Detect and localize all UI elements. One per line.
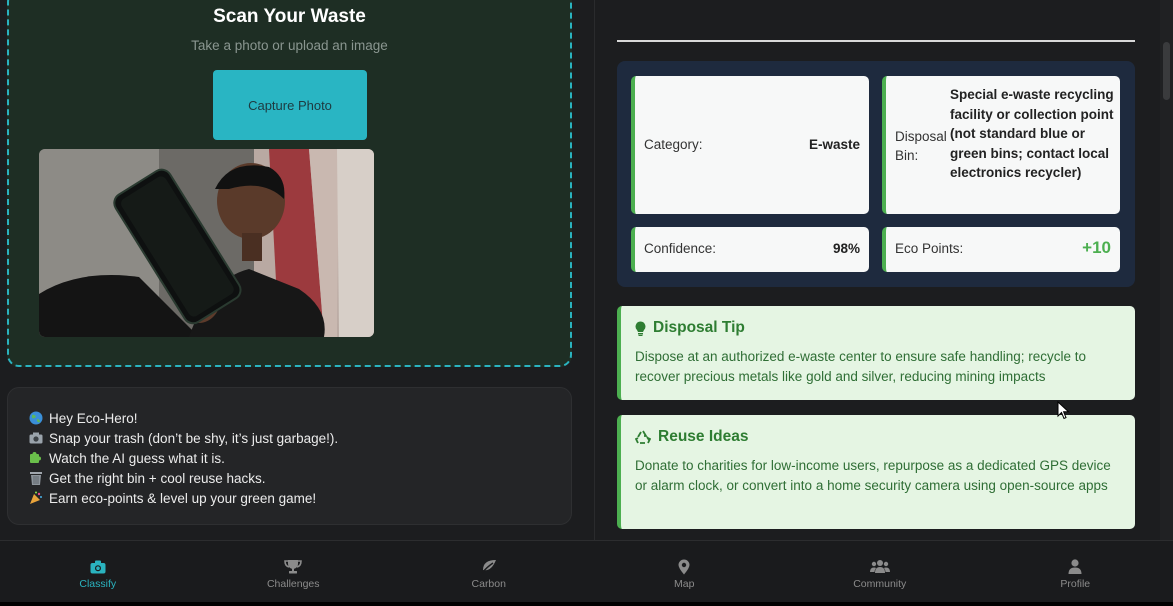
trophy-icon — [284, 558, 303, 576]
right-column: Category: E-waste Disposal Bin: Special … — [595, 0, 1173, 540]
reuse-ideas-card: Reuse Ideas Donate to charities for low-… — [617, 415, 1135, 529]
disposal-bin-card: Disposal Bin: Special e-waste recycling … — [882, 76, 1120, 214]
nav-classify[interactable]: Classify — [0, 541, 196, 602]
nav-label: Map — [674, 577, 695, 590]
disposal-bin-label-line2: Bin: — [895, 148, 919, 163]
intro-line: Get the right bin + cool reuse hacks. — [28, 468, 571, 488]
nav-profile[interactable]: Profile — [978, 541, 1173, 602]
reuse-ideas-heading: Reuse Ideas — [635, 428, 1121, 446]
camera-icon — [90, 558, 106, 576]
party-icon — [28, 491, 44, 505]
lightbulb-icon — [635, 321, 646, 336]
disposal-tip-text: Dispose at an authorized e-waste center … — [635, 349, 1087, 384]
disposal-tip-card: Disposal Tip Dispose at an authorized e-… — [617, 306, 1135, 400]
category-card: Category: E-waste — [631, 76, 869, 214]
camera-photo — [39, 149, 374, 337]
globe-icon — [28, 411, 44, 425]
intro-text: Snap your trash (don’t be shy, it’s just… — [49, 430, 339, 446]
intro-text: Get the right bin + cool reuse hacks. — [49, 470, 266, 486]
intro-text: Watch the AI guess what it is. — [49, 450, 225, 466]
scan-dropzone[interactable]: Scan Your Waste Take a photo or upload a… — [7, 0, 572, 367]
confidence-value: 98% — [832, 241, 860, 256]
mouse-cursor-icon — [1057, 400, 1070, 425]
divider-line — [617, 40, 1135, 42]
eco-points-label: Eco Points: — [895, 241, 964, 256]
category-label: Category: — [644, 137, 703, 152]
nav-community[interactable]: Community — [782, 541, 978, 602]
disposal-bin-value: Special e-waste recycling facility or co… — [950, 87, 1114, 181]
intro-line: Watch the AI guess what it is. — [28, 448, 571, 468]
nav-label: Classify — [79, 577, 117, 590]
intro-line: Snap your trash (don’t be shy, it’s just… — [28, 428, 571, 448]
nav-map[interactable]: Map — [587, 541, 783, 602]
puzzle-icon — [28, 451, 44, 465]
nav-challenges[interactable]: Challenges — [196, 541, 392, 602]
reuse-ideas-title: Reuse Ideas — [658, 428, 749, 445]
user-icon — [1068, 558, 1082, 576]
reuse-ideas-text: Donate to charities for low-income users… — [635, 458, 1111, 493]
disposal-bin-label: Disposal Bin: — [895, 127, 947, 165]
trash-bin-icon — [28, 471, 44, 485]
eco-points-card: Eco Points: +10 — [882, 227, 1120, 272]
intro-line: Earn eco-points & level up your green ga… — [28, 488, 571, 508]
scan-title: Scan Your Waste — [213, 6, 366, 27]
intro-text: Hey Eco-Hero! — [49, 410, 138, 426]
confidence-label: Confidence: — [644, 241, 717, 256]
users-icon — [869, 558, 890, 576]
recycle-icon — [635, 430, 651, 445]
disposal-tip-heading: Disposal Tip — [635, 319, 1121, 337]
disposal-tip-title: Disposal Tip — [653, 319, 745, 336]
camera-icon — [28, 431, 44, 445]
nav-label: Profile — [1060, 577, 1091, 590]
confidence-card: Confidence: 98% — [631, 227, 869, 272]
left-column: Scan Your Waste Take a photo or upload a… — [0, 0, 594, 540]
eco-points-value: +10 — [1082, 238, 1111, 257]
nav-carbon[interactable]: Carbon — [391, 541, 587, 602]
bottom-navigation: Classify Challenges Carbon Map Community… — [0, 540, 1173, 602]
scan-subtitle: Take a photo or upload an image — [191, 38, 388, 53]
classification-result-panel: Category: E-waste Disposal Bin: Special … — [617, 61, 1135, 287]
nav-label: Community — [853, 577, 907, 590]
scrollbar[interactable] — [1160, 0, 1173, 540]
camera-preview-image — [39, 149, 374, 337]
scrollbar-thumb[interactable] — [1163, 42, 1170, 100]
nav-label: Carbon — [471, 577, 506, 590]
capture-photo-button[interactable]: Capture Photo — [213, 70, 367, 140]
leaf-icon — [481, 558, 497, 576]
disposal-bin-label-line1: Disposal — [895, 129, 947, 144]
intro-card: Hey Eco-Hero! Snap your trash (don’t be … — [7, 387, 572, 525]
bottom-edge — [0, 602, 1173, 606]
intro-line: Hey Eco-Hero! — [28, 408, 571, 428]
map-pin-icon — [678, 558, 690, 576]
category-value: E-waste — [808, 137, 860, 152]
nav-label: Challenges — [266, 577, 320, 590]
intro-text: Earn eco-points & level up your green ga… — [49, 490, 317, 506]
